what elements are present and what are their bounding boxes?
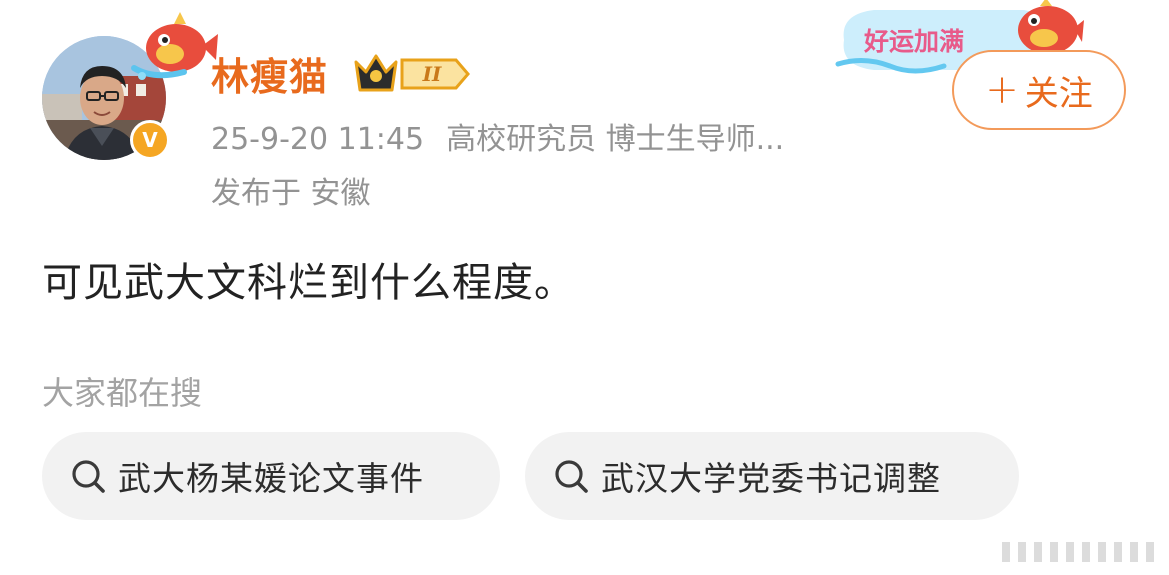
trending-search-label: 武汉大学党委书记调整 [601, 459, 941, 498]
trending-search-label: 武大杨某媛论文事件 [118, 459, 424, 498]
follow-button[interactable]: + 关注 [952, 50, 1126, 130]
follow-label: 关注 [1024, 73, 1093, 114]
watermark-decoration [1002, 542, 1154, 562]
vip-level: II [422, 62, 442, 86]
post-location: 发布于 安徽 [211, 176, 371, 211]
vip-crown-badge[interactable]: II [352, 50, 472, 96]
plus-icon: + [985, 67, 1019, 113]
search-icon [555, 460, 588, 493]
search-icon [72, 460, 105, 493]
user-bio[interactable]: 高校研究员 博士生导师... [446, 122, 784, 157]
post-timestamp: 25-9-20 11:45 [211, 122, 425, 157]
avatar-container[interactable]: V [42, 12, 218, 162]
lucky-banner-text: 好运加满 [863, 27, 964, 56]
trending-search-chip[interactable]: 武大杨某媛论文事件 [42, 432, 500, 520]
post-meta: 25-9-20 11:45 高校研究员 博士生导师... [211, 114, 784, 158]
fish-pendant-icon [131, 12, 218, 80]
verified-badge: V [130, 120, 170, 160]
trending-search-chip[interactable]: 武汉大学党委书记调整 [525, 432, 1019, 520]
post-content: 可见武大文科烂到什么程度。 [42, 260, 575, 306]
trending-heading: 大家都在搜 [42, 374, 203, 412]
username[interactable]: 林瘦猫 [211, 46, 328, 101]
